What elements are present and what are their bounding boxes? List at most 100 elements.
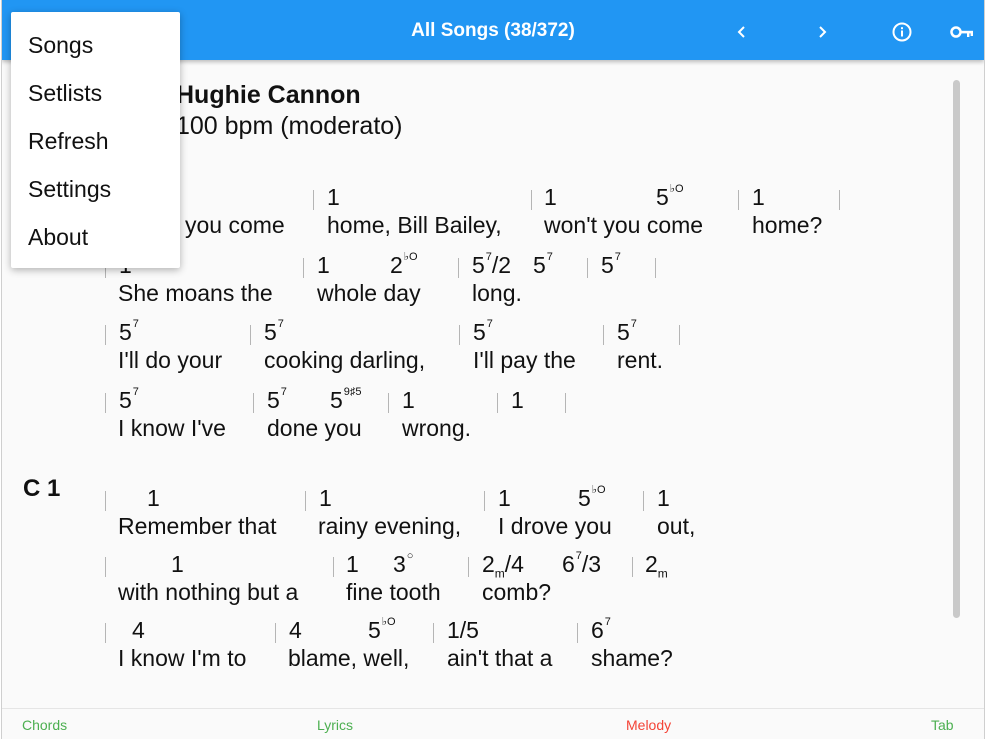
- chord: 3○: [393, 550, 414, 577]
- chord: 4: [289, 617, 302, 643]
- bar-line: [105, 325, 106, 345]
- lyric: I'll do your: [118, 347, 223, 373]
- chord: 5♭O: [656, 183, 684, 210]
- chord: 1: [498, 485, 511, 511]
- lyric: She moans the: [118, 280, 273, 306]
- bar-line: [333, 557, 334, 577]
- lyric: blame, well,: [288, 645, 410, 671]
- chord: 57: [119, 318, 139, 345]
- song-tempo: 100 bpm (moderato): [176, 112, 403, 140]
- chevron-right-icon[interactable]: [808, 18, 836, 46]
- chord: 57: [267, 386, 287, 413]
- app-window: All Songs (38/372) Hughie Cannon 100 bpm…: [1, 0, 985, 739]
- bar-line: [603, 325, 604, 345]
- chord-line: 57 57 59♯5 1 1 I know I've done you wron…: [105, 386, 845, 449]
- bar-line: [643, 491, 644, 511]
- bar-line: [531, 190, 532, 210]
- chord: 59♯5: [330, 386, 362, 413]
- menu-item-settings[interactable]: Settings: [28, 176, 111, 203]
- bar-line: [253, 393, 254, 413]
- menu-item-setlists[interactable]: Setlists: [28, 80, 102, 107]
- bar-line: [275, 623, 276, 643]
- chord: 1/5: [447, 617, 479, 643]
- scrollbar[interactable]: [953, 80, 960, 618]
- lyric: whole day: [317, 280, 421, 306]
- tab-tab[interactable]: Tab: [931, 717, 954, 733]
- menu-item-refresh[interactable]: Refresh: [28, 128, 109, 155]
- bar-line: [679, 325, 680, 345]
- lyric: won't you come: [544, 212, 704, 238]
- lyric: I know I'm to: [118, 645, 247, 671]
- lyric: home?: [752, 212, 823, 238]
- chord: 57: [617, 318, 637, 345]
- chord: 57/2: [472, 251, 512, 278]
- bar-line: [458, 258, 459, 278]
- bar-line: [655, 258, 656, 278]
- lyric: I'll pay the: [473, 347, 576, 373]
- chord: 1: [511, 387, 524, 413]
- tab-melody[interactable]: Melody: [626, 717, 671, 733]
- chord: 57: [533, 251, 553, 278]
- lyric: cooking darling,: [264, 347, 426, 373]
- lyric: fine tooth: [346, 579, 441, 605]
- chevron-left-icon[interactable]: [728, 18, 756, 46]
- tab-lyrics[interactable]: Lyrics: [317, 717, 353, 733]
- bar-line: [313, 190, 314, 210]
- chord: 57: [119, 386, 139, 413]
- chord: 67/3: [562, 550, 602, 577]
- lyric: home, Bill Bailey,: [327, 212, 502, 238]
- lyric: you come: [185, 212, 285, 238]
- chord-line: 1 1 3○ 2m/4 67/3 2m with nothing but a f…: [105, 550, 845, 613]
- lyric: Remember that: [118, 513, 277, 539]
- menu-item-songs[interactable]: Songs: [28, 32, 93, 59]
- bar-line: [565, 393, 566, 413]
- chord: 1: [544, 184, 557, 210]
- chord: 57: [264, 318, 284, 345]
- menu-item-about[interactable]: About: [28, 224, 88, 251]
- chord: 1: [346, 551, 359, 577]
- bar-line: [839, 190, 840, 210]
- bar-line: [105, 393, 106, 413]
- lyric: ain't that a: [447, 645, 553, 671]
- bar-line: [738, 190, 739, 210]
- chord-line: 1 1 1 5♭O 1 Remember that rainy evening,…: [105, 484, 845, 547]
- lyric: I drove you: [498, 513, 612, 539]
- chord: 4: [132, 617, 145, 643]
- key-icon[interactable]: [948, 18, 976, 46]
- chord: 2♭O: [390, 251, 418, 278]
- lyric: out,: [657, 513, 696, 539]
- bar-line: [484, 491, 485, 511]
- chord: 2m/4: [482, 551, 524, 581]
- bar-line: [305, 491, 306, 511]
- chord-line: 57 57 57 57 I'll do your cooking darling…: [105, 318, 845, 381]
- bar-line: [433, 623, 434, 643]
- lyric: comb?: [482, 579, 552, 605]
- chord: 1: [402, 387, 415, 413]
- bottom-tab-bar: Chords Lyrics Melody Tab: [2, 708, 984, 739]
- lyric: rainy evening,: [318, 513, 462, 539]
- tab-chords[interactable]: Chords: [22, 717, 67, 733]
- lyric: done you: [267, 415, 362, 441]
- bar-line: [388, 393, 389, 413]
- lyric: wrong.: [402, 415, 472, 441]
- bar-line: [105, 557, 106, 577]
- chord: 1: [317, 252, 330, 278]
- section-label: C 1: [23, 475, 61, 502]
- bar-line: [587, 258, 588, 278]
- chord: 1: [327, 184, 340, 210]
- chord: 1: [752, 184, 765, 210]
- song-author: Hughie Cannon: [176, 81, 361, 109]
- lyric: I know I've: [118, 415, 226, 441]
- lyric: long.: [472, 280, 522, 306]
- chord: 1: [319, 485, 332, 511]
- bar-line: [459, 325, 460, 345]
- bar-line: [303, 258, 304, 278]
- bar-line: [577, 623, 578, 643]
- bar-line: [632, 557, 633, 577]
- chord: 1: [657, 485, 670, 511]
- info-icon[interactable]: [888, 18, 916, 46]
- chord: 57: [601, 251, 621, 278]
- bar-line: [497, 393, 498, 413]
- chord: 57: [473, 318, 493, 345]
- bar-line: [105, 491, 106, 511]
